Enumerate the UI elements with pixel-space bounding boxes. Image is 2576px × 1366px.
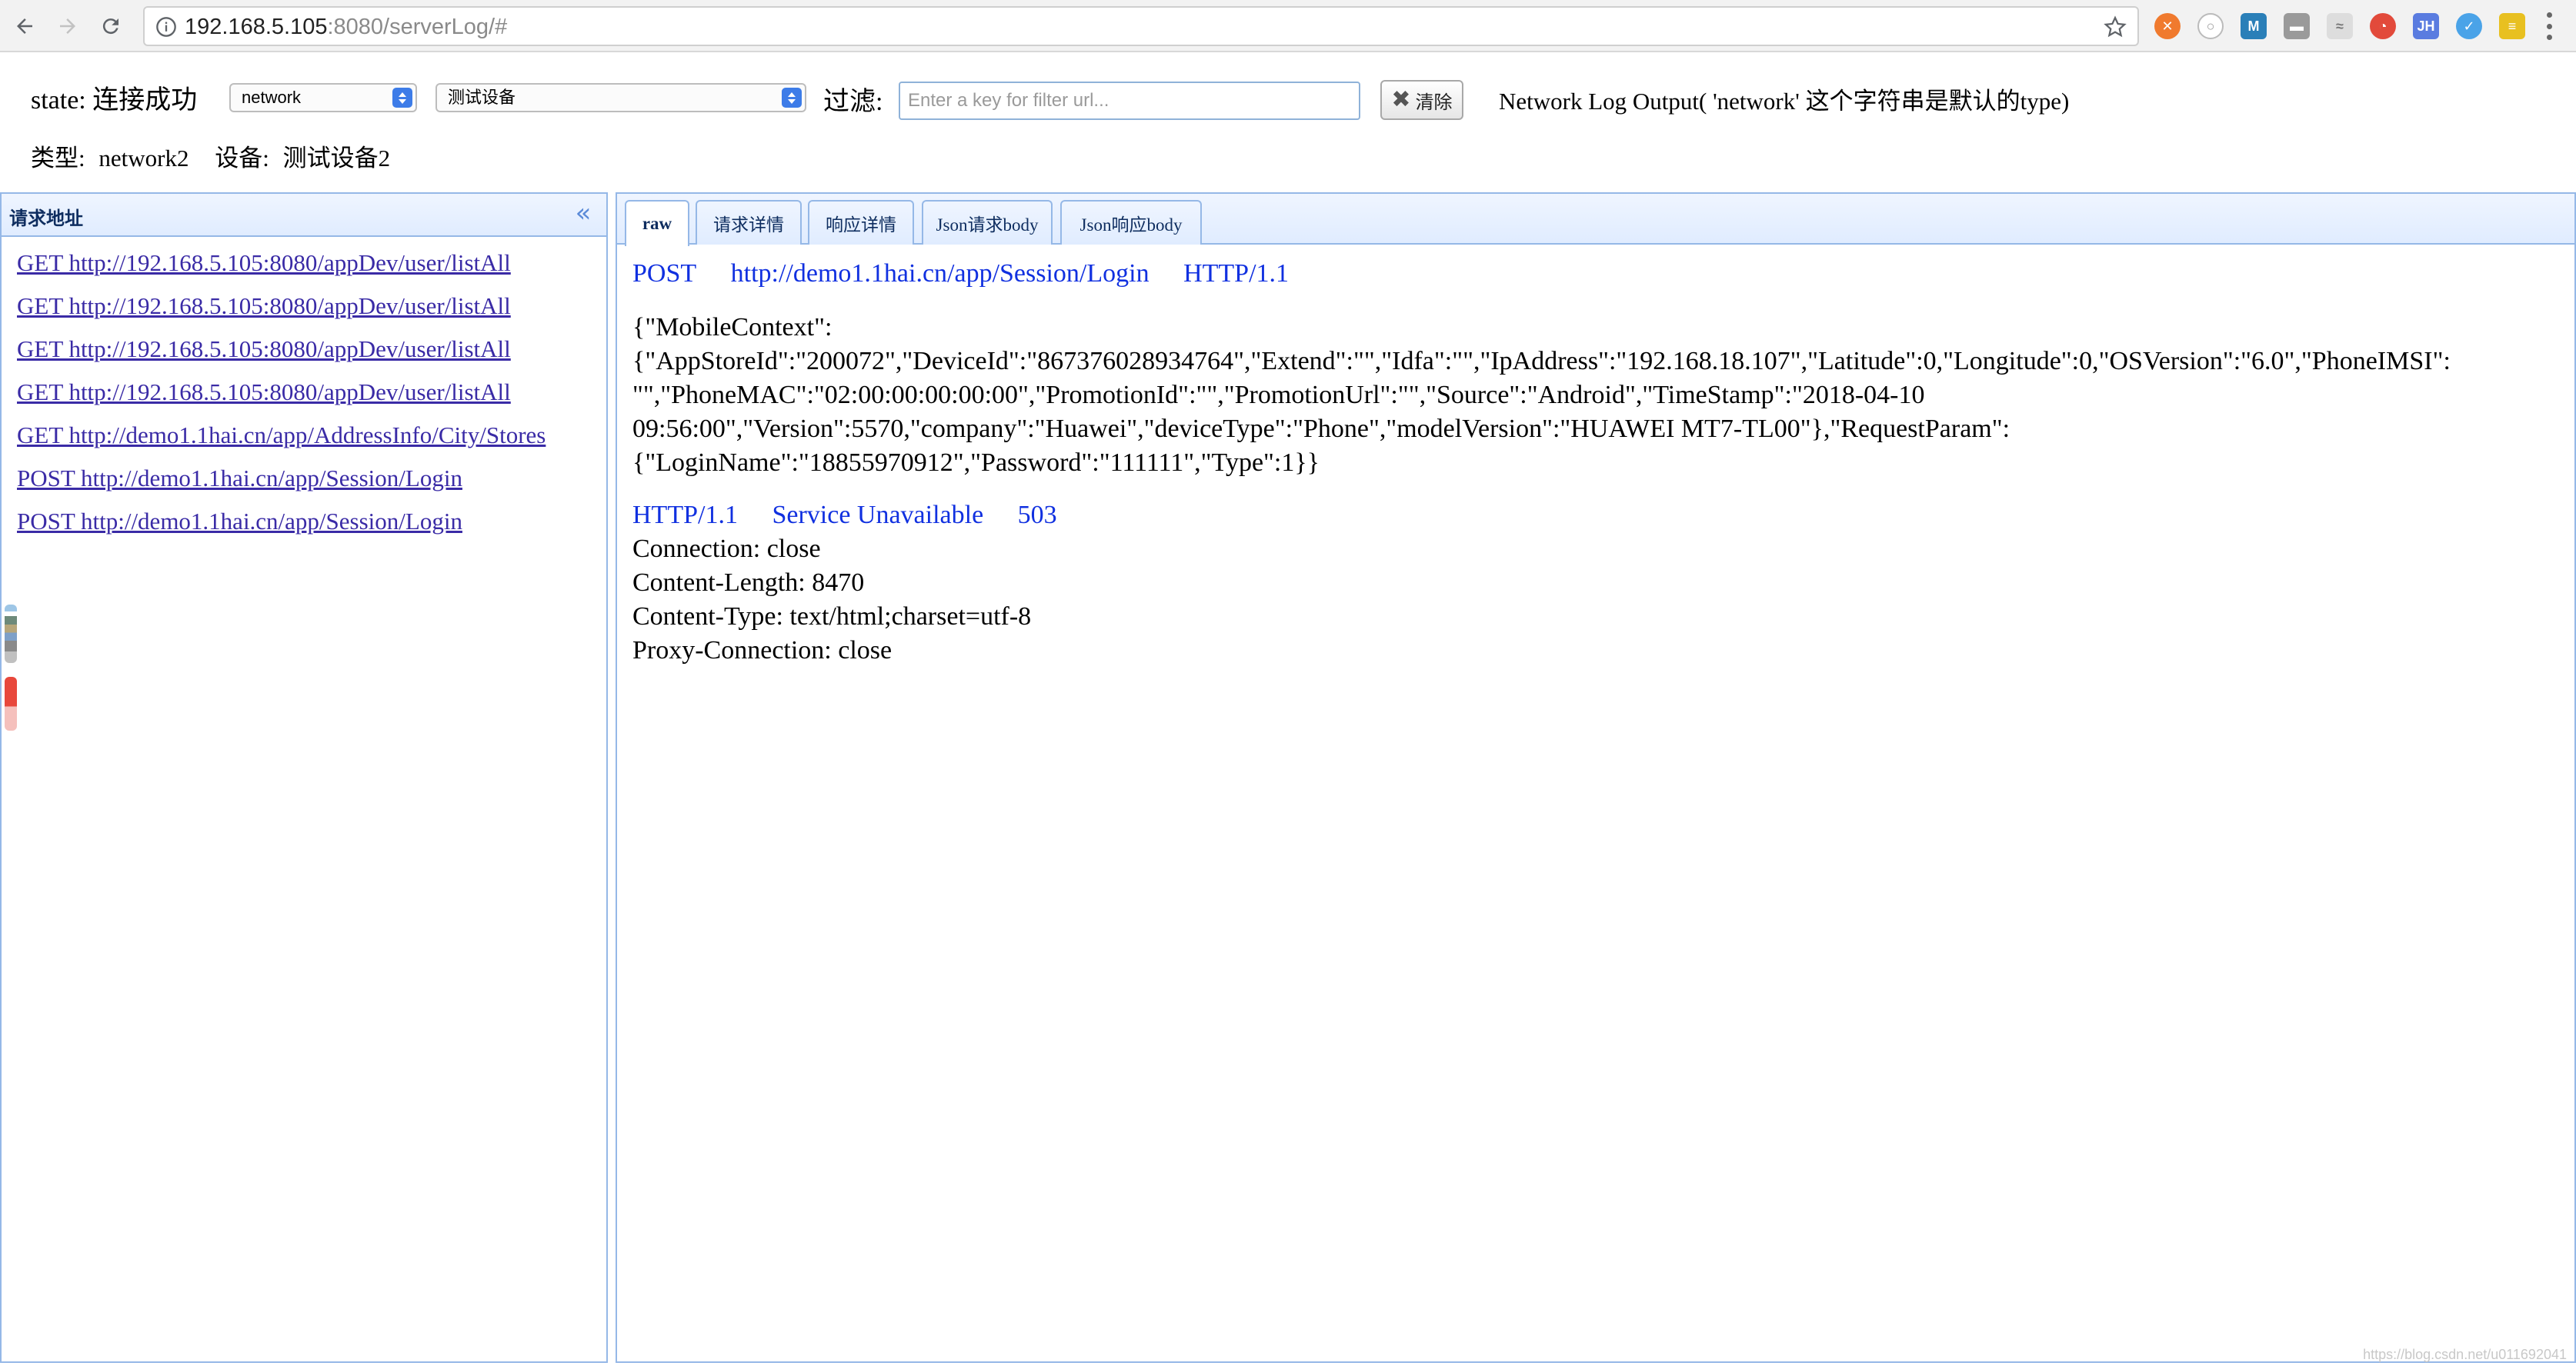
extension-yellow-icon[interactable]: ≡ <box>2499 13 2525 39</box>
response-status-line: HTTP/1.1 Service Unavailable 503 <box>632 498 2556 532</box>
response-status-text: Service Unavailable <box>772 501 984 529</box>
clear-x-icon: ✖ <box>1391 86 1411 113</box>
side-color-widget[interactable] <box>5 605 17 663</box>
clear-button-label: 清除 <box>1415 92 1453 113</box>
select-arrows-icon <box>392 88 412 108</box>
type-info-label: 类型: <box>31 145 85 172</box>
type-info-value: network2 <box>98 145 189 172</box>
filter-label: 过滤: <box>823 88 883 116</box>
url-host: 192.168.5.105 <box>185 15 328 39</box>
list-item[interactable]: GET http://192.168.5.105:8080/appDev/use… <box>17 292 546 335</box>
response-header: Content-Type: text/html;charset=utf-8 <box>632 602 1032 631</box>
device-info-label: 设备: <box>215 145 269 172</box>
response-header: Proxy-Connection: close <box>632 636 893 665</box>
body-line: "","PhoneMAC":"02:00:00:00:00:00","Promo… <box>632 381 1925 409</box>
list-item[interactable]: GET http://192.168.5.105:8080/appDev/use… <box>17 249 546 292</box>
back-button[interactable] <box>8 9 42 43</box>
raw-content: POST http://demo1.1hai.cn/app/Session/Lo… <box>632 257 2556 668</box>
state-line: state: 连接成功 <box>31 78 197 116</box>
request-list-title: 请求地址 <box>9 209 83 229</box>
extension-m-icon[interactable]: M <box>2241 13 2267 39</box>
type-select-value: network <box>242 88 302 107</box>
device-select-value: 测试设备 <box>448 88 516 107</box>
detail-panel: raw 请求详情 响应详情 Json请求body Json响应body POST… <box>616 192 2576 1363</box>
request-url: http://demo1.1hai.cn/app/Session/Login <box>730 259 1150 288</box>
tab-json-response-body[interactable]: Json响应body <box>1060 200 1202 245</box>
request-link[interactable]: GET http://192.168.5.105:8080/appDev/use… <box>17 249 511 276</box>
browser-menu-icon[interactable] <box>2544 12 2554 40</box>
request-body: {"MobileContext": {"AppStoreId":"200072"… <box>632 311 2556 480</box>
bookmark-star-icon[interactable] <box>2104 15 2127 38</box>
reload-icon <box>102 18 118 35</box>
request-link[interactable]: POST http://demo1.1hai.cn/app/Session/Lo… <box>17 508 462 535</box>
response-status-code: 503 <box>1017 501 1057 529</box>
watermark: https://blog.csdn.net/u011692041 <box>2363 1347 2567 1362</box>
address-bar[interactable]: 192.168.5.105:8080/serverLog/# <box>143 6 2139 46</box>
reload-button[interactable] <box>94 9 128 43</box>
extension-red-icon[interactable]: ◔ <box>2370 13 2396 39</box>
body-line: {"LoginName":"18855970912","Password":"1… <box>632 448 1320 477</box>
url-path: :8080/serverLog/# <box>327 15 508 39</box>
type-device-info: 类型: network2 设备: 测试设备2 <box>31 138 390 173</box>
list-item[interactable]: GET http://demo1.1hai.cn/app/AddressInfo… <box>17 421 546 465</box>
list-item[interactable]: POST http://demo1.1hai.cn/app/Session/Lo… <box>17 508 546 551</box>
list-item[interactable]: POST http://demo1.1hai.cn/app/Session/Lo… <box>17 465 546 508</box>
response-header: Connection: close <box>632 535 821 563</box>
extension-circle-icon[interactable]: ○ <box>2197 13 2224 39</box>
filter-input[interactable] <box>899 82 1360 120</box>
state-value: 连接成功 <box>92 86 198 115</box>
clear-button[interactable]: ✖ 清除 <box>1380 80 1463 120</box>
tab-json-request-body[interactable]: Json请求body <box>922 200 1053 245</box>
tab-request-detail[interactable]: 请求详情 <box>696 200 802 245</box>
response-block: HTTP/1.1 Service Unavailable 503 Connect… <box>632 498 2556 668</box>
request-list-header: 请求地址 « <box>2 194 606 237</box>
request-link[interactable]: GET http://192.168.5.105:8080/appDev/use… <box>17 292 511 319</box>
response-protocol: HTTP/1.1 <box>632 501 738 529</box>
select-arrows-icon <box>782 88 802 108</box>
extension-jh-icon[interactable]: JH <box>2413 13 2439 39</box>
extension-check-icon[interactable]: ✓ <box>2456 13 2482 39</box>
request-list-panel: 请求地址 « GET http://192.168.5.105:8080/app… <box>0 192 608 1363</box>
device-info-value: 测试设备2 <box>282 145 391 172</box>
request-method: POST <box>632 259 697 288</box>
body-line: {"MobileContext": <box>632 313 833 342</box>
collapse-double-chevron-icon[interactable]: « <box>571 200 596 226</box>
extension-gray-icon[interactable]: ▬ <box>2284 13 2310 39</box>
request-line: POST http://demo1.1hai.cn/app/Session/Lo… <box>632 257 2556 291</box>
request-link[interactable]: GET http://192.168.5.105:8080/appDev/use… <box>17 335 511 362</box>
extension-chart-icon[interactable]: ≈ <box>2327 13 2353 39</box>
tab-bar: raw 请求详情 响应详情 Json请求body Json响应body <box>617 194 2574 246</box>
type-select[interactable]: network <box>229 83 417 112</box>
url-text: 192.168.5.105:8080/serverLog/# <box>185 15 507 40</box>
extension-orange-icon[interactable]: ✕ <box>2154 13 2181 39</box>
forward-arrow-icon <box>60 18 75 34</box>
tab-response-detail[interactable]: 响应详情 <box>808 200 914 245</box>
response-header: Content-Length: 8470 <box>632 568 865 597</box>
side-red-widget[interactable] <box>5 677 17 731</box>
body-line: {"AppStoreId":"200072","DeviceId":"86737… <box>632 347 2451 375</box>
device-select[interactable]: 测试设备 <box>435 83 806 112</box>
request-protocol: HTTP/1.1 <box>1183 259 1290 288</box>
browser-toolbar: 192.168.5.105:8080/serverLog/# ✕ ○ M ▬ ≈… <box>0 0 2576 52</box>
list-item[interactable]: GET http://192.168.5.105:8080/appDev/use… <box>17 335 546 378</box>
list-item[interactable]: GET http://192.168.5.105:8080/appDev/use… <box>17 378 546 421</box>
back-arrow-icon <box>17 18 32 34</box>
tab-raw[interactable]: raw <box>625 200 689 246</box>
request-link[interactable]: GET http://192.168.5.105:8080/appDev/use… <box>17 378 511 405</box>
state-label: state: <box>31 86 86 115</box>
request-link[interactable]: GET http://demo1.1hai.cn/app/AddressInfo… <box>17 421 546 448</box>
request-list: GET http://192.168.5.105:8080/appDev/use… <box>17 249 546 551</box>
request-link[interactable]: POST http://demo1.1hai.cn/app/Session/Lo… <box>17 465 462 491</box>
forward-button[interactable] <box>51 9 85 43</box>
description-text: Network Log Output( 'network' 这个字符串是默认的t… <box>1499 88 2070 115</box>
info-icon[interactable] <box>155 16 177 38</box>
body-line: 09:56:00","Version":5570,"company":"Huaw… <box>632 415 2010 443</box>
